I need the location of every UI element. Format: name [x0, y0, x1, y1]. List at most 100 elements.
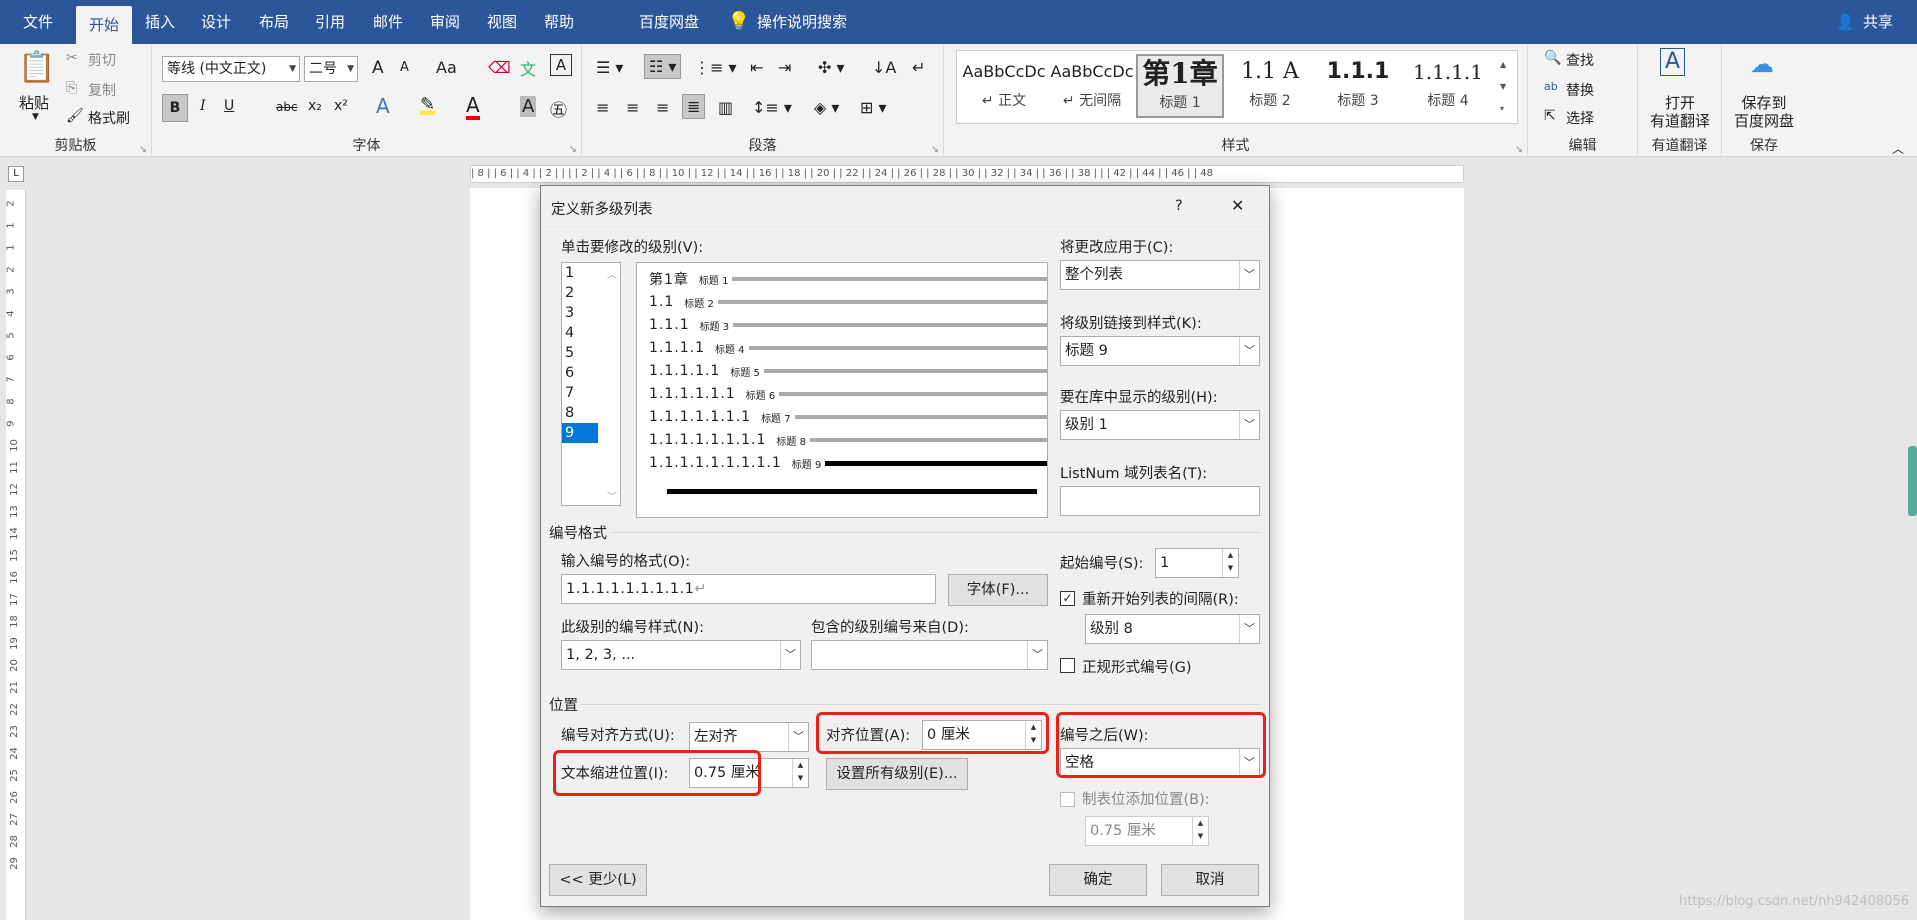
youdao-icon[interactable]: A	[1660, 48, 1686, 76]
italic-button[interactable]: I	[200, 98, 206, 114]
tab-references[interactable]: 引用	[306, 0, 354, 44]
include-from-select[interactable]: ﹀	[811, 640, 1048, 670]
listnum-input[interactable]	[1060, 486, 1260, 516]
style-heading-2[interactable]: 1.1 A 标题 2	[1226, 54, 1314, 118]
copy-button[interactable]: 复制	[88, 80, 116, 100]
dialog-launcher-icon[interactable]: ↘	[139, 144, 147, 155]
vertical-ruler[interactable]: 2 1 1 2 3 4 5 6 7 8 9 10 11 12 13 14 15 16 17 18 19 20 21 22 23 2…	[6, 190, 26, 920]
strikethrough-button[interactable]: abc	[276, 100, 298, 114]
tell-me-search[interactable]: 操作说明搜索	[757, 0, 887, 44]
tab-stop-checkbox[interactable]	[1060, 792, 1075, 807]
tab-layout[interactable]: 布局	[250, 0, 298, 44]
find-button[interactable]: 查找	[1566, 50, 1594, 70]
char-border-icon[interactable]: A	[550, 54, 572, 76]
font-dialog-launcher-icon[interactable]: ↘	[569, 144, 577, 155]
clear-format-icon[interactable]: ⌫	[488, 58, 511, 77]
font-size-combo[interactable]: 二号 ▼	[304, 56, 358, 82]
font-name-combo[interactable]: 等线 (中文正文) ▼	[162, 56, 300, 82]
paste-button[interactable]: 粘贴	[19, 92, 49, 113]
tab-file[interactable]: 文件	[14, 0, 62, 44]
restart-level-select[interactable]: 级别 8 ﹀	[1085, 614, 1260, 644]
paste-icon[interactable]: 📋	[18, 50, 55, 85]
gallery-level-select[interactable]: 级别 1 ﹀	[1060, 410, 1260, 440]
styles-scroll-icon[interactable]: ▲ ▼ ▾	[1500, 54, 1506, 120]
style-no-spacing[interactable]: AaBbCcDc ↵ 无间隔	[1048, 54, 1136, 118]
enclose-char-icon[interactable]: ㊄	[550, 96, 567, 121]
borders-icon[interactable]: ⊞ ▾	[860, 98, 887, 117]
close-icon[interactable]: ✕	[1231, 196, 1244, 215]
legal-checkbox[interactable]	[1060, 658, 1075, 673]
text-effects-icon[interactable]: A	[376, 94, 390, 118]
tab-help[interactable]: 帮助	[535, 0, 583, 44]
chinese-layout-icon[interactable]: ✣ ▾	[818, 58, 845, 77]
save-to-baidu-line2[interactable]: 百度网盘	[1722, 110, 1806, 131]
tab-review[interactable]: 审阅	[421, 0, 469, 44]
level-item[interactable]: 2	[562, 283, 620, 303]
person-icon[interactable]: 👤	[1836, 0, 1855, 44]
shading-icon[interactable]: ◈ ▾	[814, 98, 839, 117]
scrollbar-thumb[interactable]	[1908, 446, 1917, 516]
translate-button-line2[interactable]: 有道翻译	[1638, 110, 1722, 131]
show-marks-icon[interactable]: ↵	[912, 58, 925, 77]
underline-button[interactable]: U	[224, 98, 234, 114]
help-button[interactable]: ?	[1175, 198, 1183, 214]
baidu-cloud-icon[interactable]: ☁	[1750, 50, 1774, 78]
format-painter-button[interactable]: 格式刷	[88, 108, 130, 128]
font-color-icon[interactable]: A	[466, 94, 480, 120]
replace-button[interactable]: 替换	[1566, 80, 1594, 100]
number-format-input[interactable]: 1.1.1.1.1.1.1.1.1↵	[561, 574, 936, 604]
tab-baidu[interactable]: 百度网盘	[630, 0, 708, 44]
line-spacing-icon[interactable]: ↕≡ ▾	[752, 98, 792, 117]
style-heading-1[interactable]: 第1章 标题 1	[1136, 54, 1224, 118]
styles-dialog-launcher-icon[interactable]: ↘	[1515, 144, 1523, 155]
multilevel-list-icon[interactable]: ⋮≡ ▾	[694, 58, 737, 77]
number-style-select[interactable]: 1, 2, 3, ... ﹀	[561, 640, 801, 670]
bold-button[interactable]: B	[162, 94, 188, 122]
horizontal-ruler[interactable]: | 8 | | 6 | | 4 | | 2 | | | | 2 | | 4 | …	[470, 165, 1464, 183]
align-left-icon[interactable]: ≡	[596, 98, 609, 117]
tab-mailings[interactable]: 邮件	[364, 0, 412, 44]
lightbulb-icon[interactable]: 💡	[727, 0, 751, 44]
phonetic-icon[interactable]: 文	[520, 56, 536, 80]
char-shading-icon[interactable]: A	[520, 96, 537, 117]
scroll-up-icon[interactable]: ︿	[607, 266, 617, 281]
select-button[interactable]: 选择	[1566, 108, 1594, 128]
set-all-levels-button[interactable]: 设置所有级别(E)...	[826, 758, 968, 790]
tab-view[interactable]: 视图	[478, 0, 526, 44]
distributed-icon[interactable]: ▥	[718, 98, 733, 117]
subscript-button[interactable]: x₂	[308, 98, 322, 114]
style-heading-4[interactable]: 1.1.1.1 标题 4	[1404, 54, 1492, 118]
superscript-button[interactable]: x²	[334, 98, 348, 114]
align-right-icon[interactable]: ≡	[656, 98, 669, 117]
start-at-spinner[interactable]: 1 ▲ ▼	[1155, 548, 1239, 578]
bullets-icon[interactable]: ☰ ▾	[596, 58, 623, 77]
scroll-down-icon[interactable]: ﹀	[607, 488, 617, 503]
justify-icon[interactable]: ≣	[682, 94, 706, 119]
level-item[interactable]: 8	[562, 403, 620, 423]
cancel-button[interactable]: 取消	[1161, 864, 1259, 896]
decrease-indent-icon[interactable]: ⇤	[750, 58, 763, 77]
less-button[interactable]: << 更少(L)	[549, 864, 647, 896]
alignment-select[interactable]: 左对齐 ﹀	[689, 722, 809, 752]
restart-checkbox[interactable]: ✓	[1060, 591, 1075, 606]
apply-to-select[interactable]: 整个列表 ﹀	[1060, 260, 1260, 290]
level-item[interactable]: 5	[562, 343, 620, 363]
level-item[interactable]: 9	[562, 423, 598, 443]
ok-button[interactable]: 确定	[1049, 864, 1147, 896]
align-center-icon[interactable]: ≡	[626, 98, 639, 117]
tab-insert[interactable]: 插入	[136, 0, 184, 44]
paragraph-dialog-launcher-icon[interactable]: ↘	[931, 144, 939, 155]
style-normal[interactable]: AaBbCcDc ↵ 正文	[960, 54, 1048, 118]
level-item[interactable]: 7	[562, 383, 620, 403]
link-style-select[interactable]: 标题 9 ﹀	[1060, 336, 1260, 366]
share-button[interactable]: 共享	[1856, 0, 1900, 44]
tab-stop-spinner[interactable]: 0.75 厘米 ▲ ▼	[1085, 816, 1209, 846]
shrink-font-button[interactable]: A	[400, 60, 409, 75]
collapse-ribbon-icon[interactable]: ︿	[1892, 140, 1904, 157]
level-item[interactable]: 4	[562, 323, 620, 343]
level-item[interactable]: 3	[562, 303, 620, 323]
grow-font-button[interactable]: A	[372, 58, 384, 78]
tab-selector-icon[interactable]: L	[8, 166, 24, 182]
change-case-button[interactable]: Aa	[436, 58, 457, 77]
font-button[interactable]: 字体(F)...	[948, 574, 1048, 606]
